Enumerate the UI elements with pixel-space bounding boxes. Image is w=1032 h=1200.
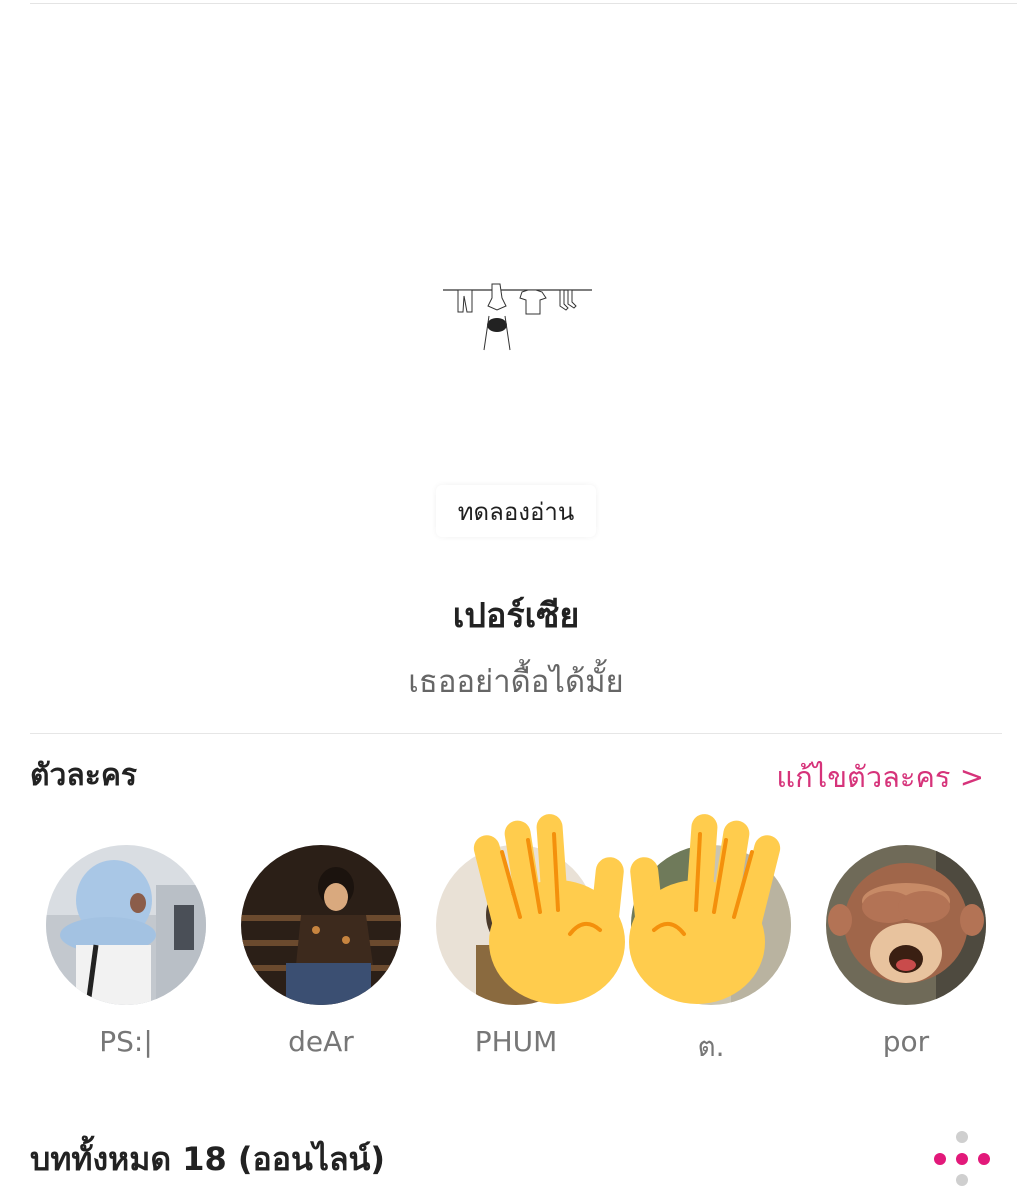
preview-button[interactable]: ทดลองอ่าน: [436, 485, 596, 537]
character-avatar: [436, 845, 596, 1005]
character-avatar: [241, 845, 401, 1005]
characters-heading: ตัวละคร: [30, 758, 138, 793]
edit-characters-link[interactable]: แก้ไขตัวละคร >: [776, 754, 984, 800]
book-title: เปอร์เซีย: [452, 596, 580, 636]
character-name: PHUM: [474, 1025, 558, 1058]
character-name: PS:|: [99, 1025, 153, 1058]
character-name: por: [882, 1025, 930, 1058]
character-avatar: [46, 845, 206, 1005]
more-options-icon[interactable]: [928, 1128, 994, 1188]
section-divider: [30, 733, 1002, 734]
character-item[interactable]: deAr: [236, 845, 406, 1058]
top-divider: [30, 3, 1017, 4]
character-item[interactable]: por: [821, 845, 991, 1058]
character-avatar: [631, 845, 791, 1005]
book-subtitle: เธออย่าดื้อได้มั้ย: [408, 664, 624, 700]
character-avatar: [826, 845, 986, 1005]
character-item[interactable]: ต.: [626, 845, 796, 1069]
character-name: deAr: [288, 1025, 354, 1058]
character-name: ต.: [697, 1030, 725, 1063]
character-item[interactable]: PHUM: [431, 845, 601, 1058]
cover-illustration: [443, 283, 592, 351]
character-item[interactable]: PS:|: [41, 845, 211, 1058]
chapters-heading: บททั้งหมด 18 (ออนไลน์): [30, 1140, 386, 1178]
